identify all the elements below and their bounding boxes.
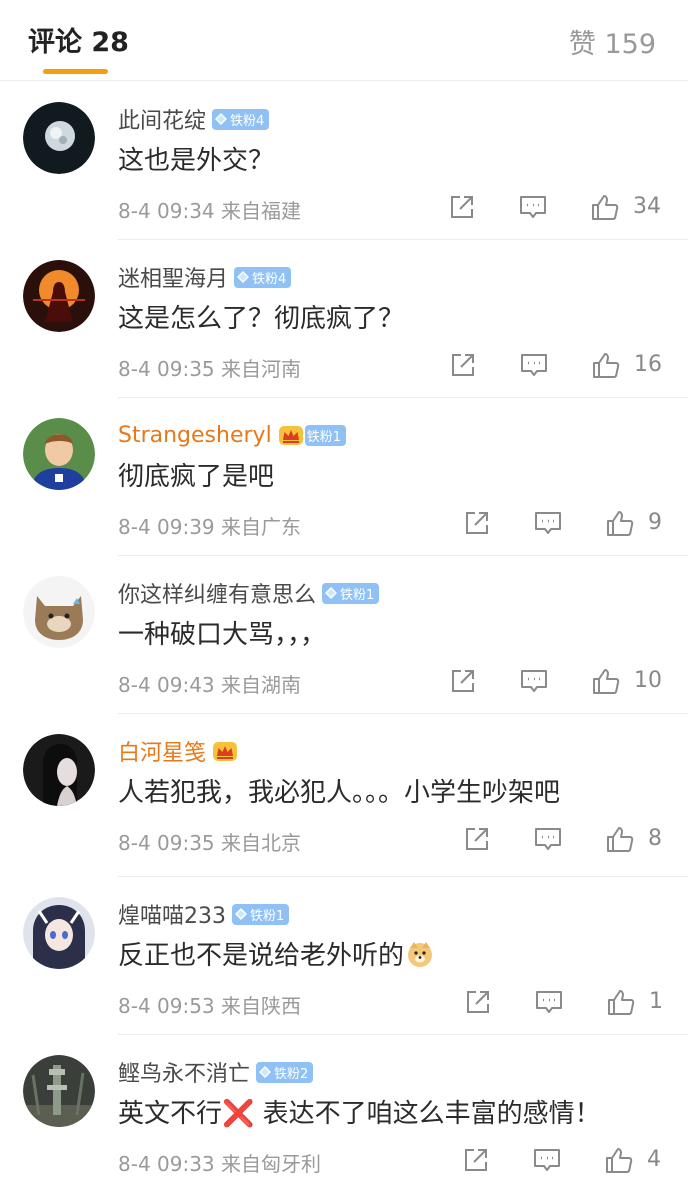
username[interactable]: 煌喵喵233 [118,898,226,930]
comment-item: 你这样纠缠有意思么 铁粉1 一种破口大骂，，， 8-4 09:43 来自湖南 1… [0,556,688,714]
comment-list: 此间花绽 铁粉4 这也是外交？ 8-4 09:34 来自福建 34 迷相聖海月 … [0,82,688,1193]
avatar[interactable] [23,576,95,648]
username[interactable]: 鲣鸟永不消亡 [118,1056,250,1088]
comment-meta: 8-4 09:35 来自河南 [118,357,302,381]
share-icon[interactable] [448,350,478,380]
comment-item: Strangesheryl 铁粉1 彻底疯了是吧 8-4 09:39 来自广东 … [0,398,688,556]
like-count: 34 [633,194,661,219]
comment-icon[interactable] [518,192,548,222]
fan-badge: 铁粉1 [232,903,290,925]
thumbs-up-icon[interactable] [605,508,635,538]
fan-badge: 铁粉1 [322,582,380,604]
comment-text-content: 英文不行❌ 表达不了咱这么丰富的感情！ [118,1099,601,1129]
comment-text-content: 反正也不是说给老外听的 [118,941,405,971]
fan-badge-label: 铁粉4 [252,271,287,287]
comment-icon[interactable] [519,350,549,380]
comment-meta: 8-4 09:33 来自匈牙利 [118,1152,322,1176]
avatar[interactable] [23,897,95,969]
username[interactable]: 此间花绽 [118,103,206,135]
comment-icon[interactable] [534,987,564,1017]
thumbs-up-icon[interactable] [591,666,621,696]
share-icon[interactable] [461,1145,491,1175]
thumbs-up-icon[interactable] [591,350,621,380]
diamond-icon [234,907,248,921]
comment-icon[interactable] [519,666,549,696]
comment-meta: 8-4 09:35 来自北京 [118,831,302,855]
comment-icon[interactable] [533,508,563,538]
fan-badge-label: 铁粉1 [250,908,285,924]
thumbs-up-icon[interactable] [590,192,620,222]
comment-item: 煌喵喵233 铁粉1 反正也不是说给老外听的 8-4 09:53 来自陕西 1 [0,877,688,1035]
crown-icon [278,424,304,446]
diamond-icon [258,1065,272,1079]
thumbs-up-icon[interactable] [604,1145,634,1175]
diamond-icon [324,586,338,600]
comment-text-content: 彻底疯了是吧 [118,462,275,492]
comment-text: 这是怎么了？彻底疯了？ [118,298,404,335]
comment-text-content: 人若犯我，我必犯人。。。小学生吵架吧 [118,778,561,808]
like-count: 16 [634,352,662,377]
thumbs-up-icon[interactable] [606,987,636,1017]
fan-badge: 铁粉4 [234,266,292,288]
like-count: 10 [634,668,662,693]
comment-meta: 8-4 09:53 来自陕西 [118,994,302,1018]
comment-text: 人若犯我，我必犯人。。。小学生吵架吧 [118,772,560,809]
share-icon[interactable] [462,824,492,854]
like-count: 1 [649,989,663,1014]
comment-meta: 8-4 09:43 来自湖南 [118,673,302,697]
comment-text: 彻底疯了是吧 [118,456,274,493]
tab-likes[interactable]: 赞 159 [569,22,656,61]
comment-text: 这也是外交？ [118,140,274,177]
avatar[interactable] [23,418,95,490]
comment-item: 此间花绽 铁粉4 这也是外交？ 8-4 09:34 来自福建 34 [0,82,688,240]
fan-badge: 铁粉1 [304,424,346,446]
like-count: 8 [648,826,662,851]
comments-header: 评论 28 赞 159 [0,0,688,81]
comment-item: 鲣鸟永不消亡 铁粉2 英文不行❌ 表达不了咱这么丰富的感情！ 8-4 09:33… [0,1035,688,1193]
comment-meta: 8-4 09:39 来自广东 [118,515,302,539]
crown-icon [212,740,238,762]
avatar[interactable] [23,260,95,332]
avatar[interactable] [23,102,95,174]
avatar[interactable] [23,734,95,806]
share-icon[interactable] [447,192,477,222]
thumbs-up-icon[interactable] [605,824,635,854]
comment-item: 迷相聖海月 铁粉4 这是怎么了？彻底疯了？ 8-4 09:35 来自河南 16 [0,240,688,398]
username[interactable]: 迷相聖海月 [118,261,228,293]
username[interactable]: 白河星笺 [118,735,206,767]
comment-item: 白河星笺 人若犯我，我必犯人。。。小学生吵架吧 8-4 09:35 来自北京 8 [0,714,688,877]
doge-emoji-icon [408,941,433,967]
fan-badge-label: 铁粉1 [306,429,341,445]
comment-text-content: 一种破口大骂，，， [118,620,327,650]
like-count: 4 [647,1147,661,1172]
username[interactable]: 你这样纠缠有意思么 [118,577,316,609]
comment-meta: 8-4 09:34 来自福建 [118,199,302,223]
fan-badge-label: 铁粉2 [274,1066,309,1082]
comment-text-content: 这是怎么了？彻底疯了？ [118,304,405,334]
username[interactable]: Strangesheryl [118,423,272,448]
comment-text: 反正也不是说给老外听的 [118,935,434,972]
comment-text-content: 这也是外交？ [118,146,275,176]
fan-badge: 铁粉4 [212,108,270,130]
avatar[interactable] [23,1055,95,1127]
like-count: 9 [648,510,662,535]
fan-badge-label: 铁粉1 [340,587,375,603]
share-icon[interactable] [448,666,478,696]
diamond-icon [236,270,250,284]
comment-icon[interactable] [533,824,563,854]
share-icon[interactable] [463,987,493,1017]
fan-badge-label: 铁粉4 [230,113,265,129]
diamond-icon [214,112,228,126]
share-icon[interactable] [462,508,492,538]
comment-text: 英文不行❌ 表达不了咱这么丰富的感情！ [118,1093,601,1130]
tab-comments[interactable]: 评论 28 [28,20,129,59]
comment-text: 一种破口大骂，，， [118,614,326,651]
active-tab-indicator [43,69,108,74]
comment-icon[interactable] [532,1145,562,1175]
fan-badge: 铁粉2 [256,1061,314,1083]
